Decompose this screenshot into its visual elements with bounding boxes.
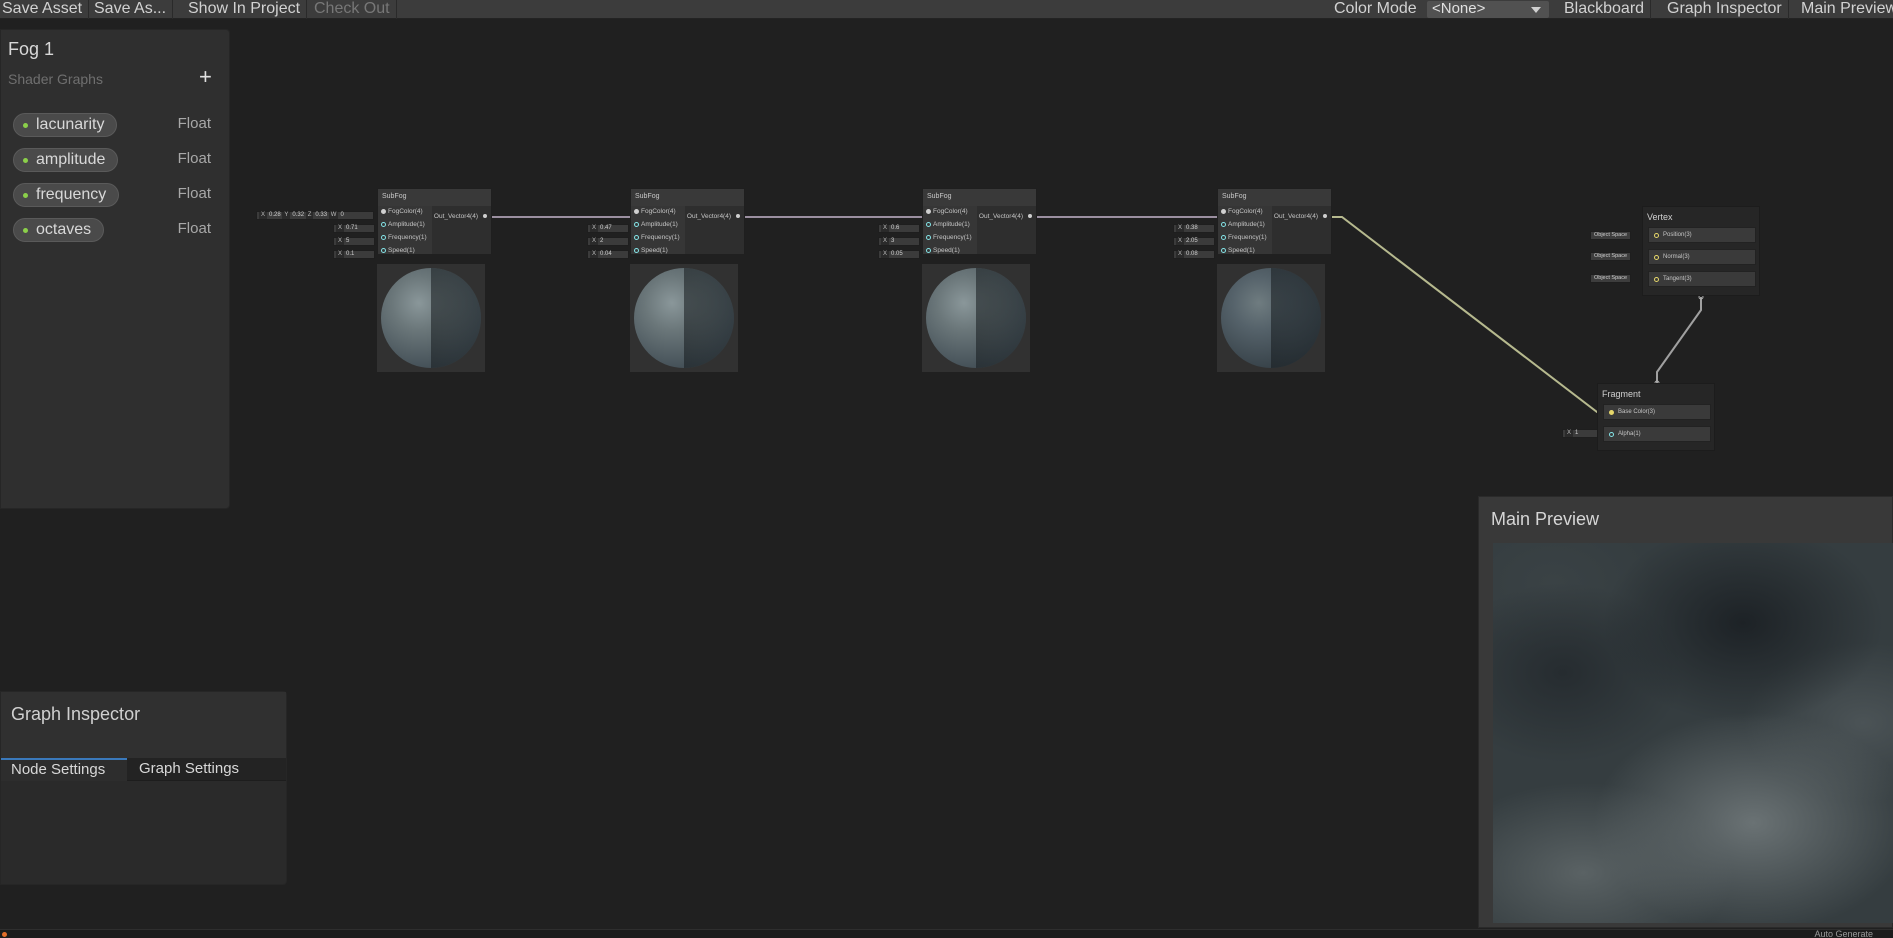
graph-inspector-panel: Graph Inspector Node Settings Graph Sett… (0, 691, 287, 885)
preview-sphere (634, 268, 734, 368)
status-bar: Auto Generate (0, 929, 1893, 938)
vertex-stack[interactable]: Vertex Position(3) Normal(3) Tangent(3) (1642, 206, 1760, 296)
color-input-field[interactable]: X 0.28 Y 0.32 Z 0.33 W0 (256, 211, 374, 220)
value-input[interactable]: X 2.05 (1173, 237, 1215, 246)
main-preview-image[interactable] (1493, 543, 1893, 923)
tab-graph-settings[interactable]: Graph Settings (129, 758, 249, 781)
value-input[interactable]: X 0.47 (587, 224, 629, 233)
input-port[interactable]: Amplitude(1) (1221, 221, 1265, 228)
space-dropdown[interactable]: Object Space (1590, 231, 1632, 240)
fragment-block[interactable]: Alpha(1) (1603, 426, 1711, 442)
input-port[interactable]: Frequency(1) (1221, 234, 1267, 241)
node-preview (630, 264, 738, 372)
vertex-title: Vertex (1647, 212, 1673, 222)
value-input[interactable]: X 0.04 (587, 250, 629, 259)
output-port[interactable]: Out_Vector4(4) (979, 213, 1032, 220)
input-port[interactable]: Speed(1) (926, 247, 960, 254)
fragment-block[interactable]: Base Color(3) (1603, 404, 1711, 420)
fragment-stack[interactable]: Fragment Base Color(3) Alpha(1) (1597, 383, 1715, 451)
subfog-node[interactable]: SubFog FogColor(4) Amplitude(1) Frequenc… (377, 188, 492, 254)
main-preview-title: Main Preview (1491, 509, 1600, 529)
inspector-tabs: Node Settings Graph Settings (1, 758, 286, 781)
input-ports: FogColor(4) Amplitude(1) Frequency(1) Sp… (378, 206, 432, 254)
status-icon (2, 932, 7, 937)
fragment-title: Fragment (1602, 389, 1641, 399)
subfog-node[interactable]: SubFog FogColor(4) Amplitude(1) Frequenc… (1217, 188, 1332, 254)
node-title: SubFog (631, 189, 744, 206)
input-port[interactable]: Frequency(1) (926, 234, 972, 241)
node-preview (1217, 264, 1325, 372)
input-port[interactable]: FogColor(4) (1221, 208, 1263, 215)
input-port[interactable]: Speed(1) (634, 247, 668, 254)
preview-sphere (926, 268, 1026, 368)
edge (1656, 297, 1702, 385)
output-port[interactable]: Out_Vector4(4) (434, 213, 487, 220)
subfog-node[interactable]: SubFog FogColor(4) Amplitude(1) Frequenc… (630, 188, 745, 254)
value-input[interactable]: X 0.38 (1173, 224, 1215, 233)
subfog-node[interactable]: SubFog FogColor(4) Amplitude(1) Frequenc… (922, 188, 1037, 254)
input-port[interactable]: Frequency(1) (381, 234, 427, 241)
input-port[interactable]: FogColor(4) (634, 208, 676, 215)
status-text: Auto Generate (1814, 929, 1873, 938)
node-title: SubFog (1218, 189, 1331, 206)
space-dropdown[interactable]: Object Space (1590, 252, 1632, 261)
value-input[interactable]: X 0.6 (878, 224, 920, 233)
value-input[interactable]: X 0.1 (333, 250, 375, 259)
input-ports: FogColor(4) Amplitude(1) Frequency(1) Sp… (631, 206, 685, 254)
value-input[interactable]: X 0.05 (878, 250, 920, 259)
inspector-title: Graph Inspector (11, 704, 141, 724)
input-port[interactable]: FogColor(4) (381, 208, 423, 215)
input-port[interactable]: Speed(1) (381, 247, 415, 254)
preview-sphere (1221, 268, 1321, 368)
inspector-header: Graph Inspector (1, 692, 286, 758)
alpha-input[interactable]: X1 (1562, 429, 1602, 438)
value-input[interactable]: X 0.08 (1173, 250, 1215, 259)
vertex-block[interactable]: Tangent(3) (1648, 271, 1756, 287)
edge (1332, 216, 1608, 413)
input-port[interactable]: Amplitude(1) (634, 221, 678, 228)
input-port[interactable]: Frequency(1) (634, 234, 680, 241)
tab-node-settings[interactable]: Node Settings (1, 758, 127, 781)
value-input[interactable]: X2 (587, 237, 629, 246)
preview-sphere (381, 268, 481, 368)
node-title: SubFog (378, 189, 491, 206)
input-port[interactable]: Speed(1) (1221, 247, 1255, 254)
value-input[interactable]: X 0.71 (333, 224, 375, 233)
input-port[interactable]: Amplitude(1) (381, 221, 425, 228)
space-dropdown[interactable]: Object Space (1590, 274, 1632, 283)
vertex-block[interactable]: Normal(3) (1648, 249, 1756, 265)
vertex-block[interactable]: Position(3) (1648, 227, 1756, 243)
node-preview (377, 264, 485, 372)
node-preview (922, 264, 1030, 372)
input-ports: FogColor(4) Amplitude(1) Frequency(1) Sp… (923, 206, 977, 254)
output-port[interactable]: Out_Vector4(4) (687, 213, 740, 220)
value-input[interactable]: X5 (333, 237, 375, 246)
node-title: SubFog (923, 189, 1036, 206)
main-preview-panel: Main Preview (1478, 496, 1893, 928)
value-input[interactable]: X3 (878, 237, 920, 246)
input-port[interactable]: FogColor(4) (926, 208, 968, 215)
input-port[interactable]: Amplitude(1) (926, 221, 970, 228)
input-ports: FogColor(4) Amplitude(1) Frequency(1) Sp… (1218, 206, 1272, 254)
output-port[interactable]: Out_Vector4(4) (1274, 213, 1327, 220)
